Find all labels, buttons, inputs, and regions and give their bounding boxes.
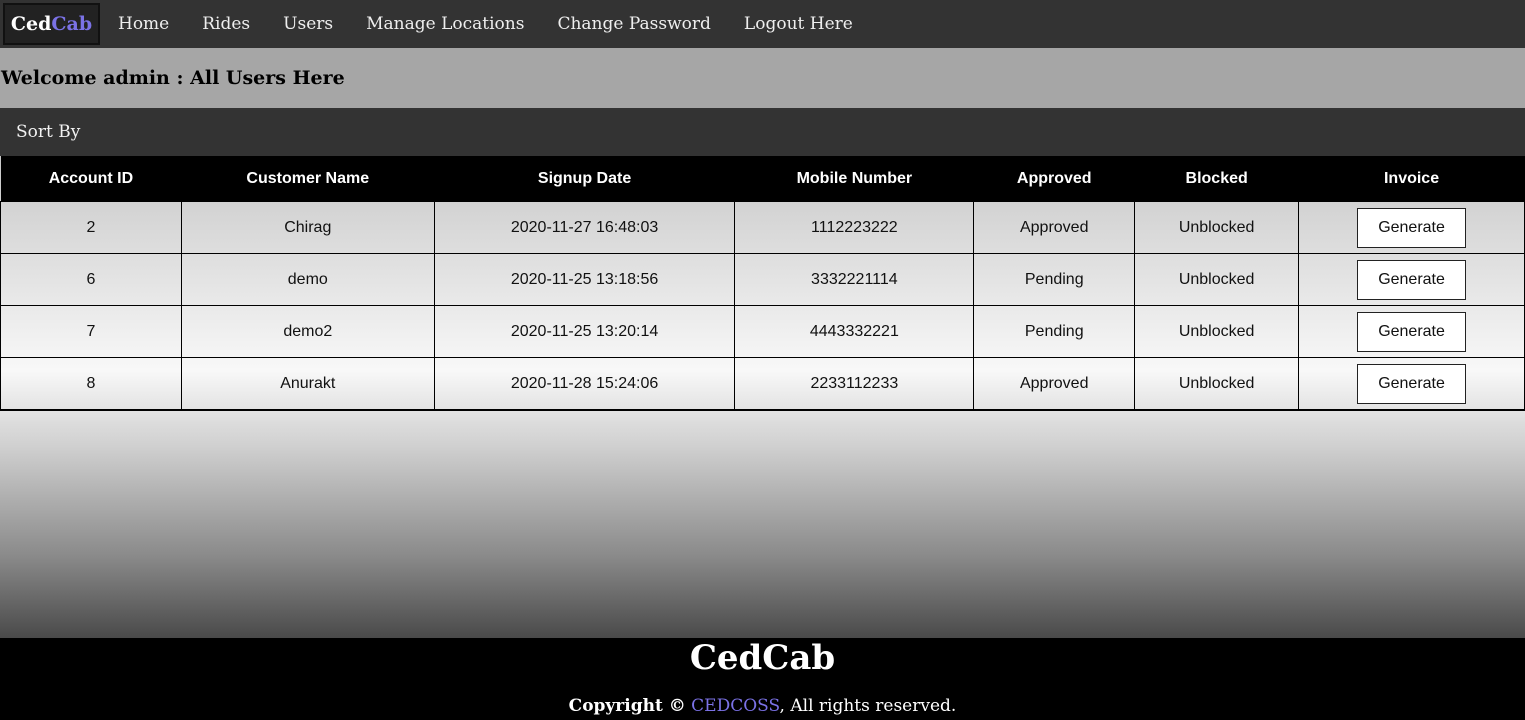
cell-approved-status: Approved: [973, 357, 1136, 411]
header-signup-date: Signup Date: [434, 156, 735, 202]
cell-signup-date: 2020-11-27 16:48:03: [433, 201, 736, 254]
cell-approved-status: Pending: [973, 253, 1136, 306]
table-header-row: Account ID Customer Name Signup Date Mob…: [0, 156, 1525, 202]
main-content: Account ID Customer Name Signup Date Mob…: [0, 156, 1525, 638]
header-invoice: Invoice: [1298, 156, 1525, 202]
nav-link-logout[interactable]: Logout Here: [744, 14, 853, 34]
cell-account-id: 7: [0, 305, 182, 358]
cell-customer-name: demo: [180, 253, 435, 306]
cell-account-id: 6: [0, 253, 182, 306]
cell-signup-date: 2020-11-28 15:24:06: [433, 357, 736, 411]
cell-account-id: 8: [0, 357, 182, 411]
cell-signup-date: 2020-11-25 13:20:14: [433, 305, 736, 358]
footer-copyright: Copyright © CEDCOSS, All rights reserved…: [0, 696, 1525, 716]
site-footer: CedCab Copyright © CEDCOSS, All rights r…: [0, 638, 1525, 720]
generate-invoice-button[interactable]: Generate: [1357, 311, 1467, 352]
cell-blocked-status: Unblocked: [1134, 201, 1300, 254]
nav-link-rides[interactable]: Rides: [202, 14, 250, 34]
top-navbar: Ced Cab Home Rides Users Manage Locations…: [0, 0, 1525, 48]
cell-invoice: Generate: [1298, 253, 1525, 306]
generate-invoice-button[interactable]: Generate: [1357, 207, 1467, 248]
rights-text: , All rights reserved.: [779, 696, 957, 716]
table-row: 6 demo 2020-11-25 13:18:56 3332221114 Pe…: [0, 253, 1525, 306]
nav-link-home[interactable]: Home: [118, 14, 169, 34]
sort-bar: Sort By: [0, 108, 1525, 156]
cell-invoice: Generate: [1298, 305, 1525, 358]
cell-customer-name: Anurakt: [180, 357, 435, 411]
cell-blocked-status: Unblocked: [1134, 357, 1300, 411]
header-approved: Approved: [973, 156, 1135, 202]
header-customer-name: Customer Name: [181, 156, 435, 202]
brand-text-cab: Cab: [51, 13, 93, 35]
cell-customer-name: Chirag: [180, 201, 435, 254]
header-mobile-number: Mobile Number: [734, 156, 974, 202]
cell-mobile-number: 1112223222: [734, 201, 975, 254]
cell-approved-status: Approved: [973, 201, 1136, 254]
cell-mobile-number: 2233112233: [734, 357, 975, 411]
brand-logo[interactable]: Ced Cab: [3, 3, 100, 45]
header-account-id: Account ID: [0, 156, 182, 202]
cell-customer-name: demo2: [180, 305, 435, 358]
company-link[interactable]: CEDCOSS: [691, 696, 779, 716]
cell-approved-status: Pending: [973, 305, 1136, 358]
table-row: 7 demo2 2020-11-25 13:20:14 4443332221 P…: [0, 305, 1525, 358]
cell-invoice: Generate: [1298, 357, 1525, 411]
cell-blocked-status: Unblocked: [1134, 253, 1300, 306]
cell-mobile-number: 3332221114: [734, 253, 975, 306]
header-blocked: Blocked: [1134, 156, 1299, 202]
nav-link-change-password[interactable]: Change Password: [557, 14, 710, 34]
welcome-banner: Welcome admin : All Users Here: [0, 48, 1525, 108]
footer-title: CedCab: [689, 638, 836, 678]
table-row: 2 Chirag 2020-11-27 16:48:03 1112223222 …: [0, 201, 1525, 254]
cell-signup-date: 2020-11-25 13:18:56: [433, 253, 736, 306]
table-row: 8 Anurakt 2020-11-28 15:24:06 2233112233…: [0, 357, 1525, 411]
brand-text-ced: Ced: [10, 13, 52, 35]
copyright-label: Copyright ©: [568, 696, 686, 716]
nav-link-users[interactable]: Users: [283, 14, 333, 34]
page-title: Welcome admin : All Users Here: [1, 67, 345, 89]
cell-account-id: 2: [0, 201, 182, 254]
cell-invoice: Generate: [1298, 201, 1525, 254]
users-table: Account ID Customer Name Signup Date Mob…: [0, 156, 1525, 411]
generate-invoice-button[interactable]: Generate: [1357, 363, 1467, 404]
generate-invoice-button[interactable]: Generate: [1357, 259, 1467, 300]
nav-link-manage-locations[interactable]: Manage Locations: [366, 14, 524, 34]
cell-blocked-status: Unblocked: [1134, 305, 1300, 358]
cell-mobile-number: 4443332221: [734, 305, 975, 358]
sort-by-menu[interactable]: Sort By: [16, 122, 80, 142]
